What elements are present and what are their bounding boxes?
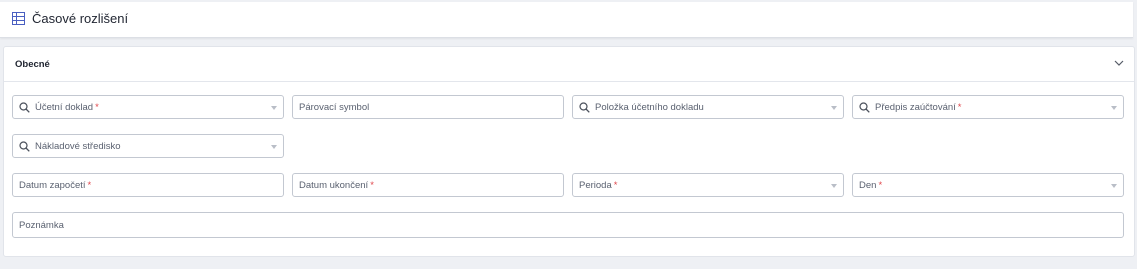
- parovaci-symbol-label: Párovací symbol: [299, 102, 370, 113]
- required-mark: *: [95, 102, 99, 113]
- datum-zapoceti-field[interactable]: Datum započetí *: [12, 173, 284, 197]
- den-label: Den: [859, 180, 877, 191]
- dropdown-arrow-icon[interactable]: [1111, 184, 1117, 188]
- perioda-field[interactable]: Perioda *: [572, 173, 844, 197]
- section-card: Obecné Účetní doklad * Párovací symbol Po…: [3, 46, 1135, 257]
- datum-ukonceni-label: Datum ukončení: [299, 180, 369, 191]
- den-field[interactable]: Den *: [852, 173, 1124, 197]
- chevron-down-icon[interactable]: [1114, 58, 1124, 68]
- polozka-dokladu-field[interactable]: Položka účetního dokladu: [572, 95, 844, 119]
- poznamka-field[interactable]: Poznámka: [12, 212, 1124, 238]
- required-mark: *: [878, 180, 883, 191]
- required-mark: *: [370, 180, 374, 191]
- nakladove-stredisko-field[interactable]: Nákladové středisko: [12, 134, 284, 158]
- parovaci-symbol-field[interactable]: Párovací symbol: [292, 95, 564, 119]
- ucetni-doklad-label: Účetní doklad: [35, 102, 94, 113]
- datum-ukonceni-field[interactable]: Datum ukončení *: [292, 173, 564, 197]
- required-mark: *: [613, 180, 618, 191]
- nakladove-stredisko-label: Nákladové středisko: [35, 141, 121, 152]
- predpis-zauctovani-field[interactable]: Předpis zaúčtování *: [852, 95, 1124, 119]
- section-header[interactable]: Obecné: [4, 47, 1134, 82]
- search-icon: [19, 141, 30, 152]
- search-icon: [579, 102, 590, 113]
- dropdown-arrow-icon[interactable]: [1111, 106, 1117, 110]
- required-mark: *: [957, 102, 962, 113]
- poznamka-label: Poznámka: [19, 220, 64, 231]
- predpis-zauctovani-label: Předpis zaúčtování: [875, 102, 956, 113]
- dropdown-arrow-icon[interactable]: [831, 106, 837, 110]
- page-header: Časové rozlišení: [0, 2, 1133, 38]
- dropdown-arrow-icon[interactable]: [271, 145, 277, 149]
- search-icon: [19, 102, 30, 113]
- polozka-dokladu-label: Položka účetního dokladu: [595, 102, 704, 113]
- perioda-label: Perioda: [579, 180, 612, 191]
- required-mark: *: [87, 180, 92, 191]
- search-icon: [859, 102, 870, 113]
- ucetni-doklad-field[interactable]: Účetní doklad *: [12, 95, 284, 119]
- page-title: Časové rozlišení: [32, 11, 129, 26]
- datum-zapoceti-label: Datum započetí: [19, 180, 86, 191]
- section-title: Obecné: [15, 59, 50, 70]
- dropdown-arrow-icon[interactable]: [831, 184, 837, 188]
- table-icon: [12, 12, 25, 25]
- dropdown-arrow-icon[interactable]: [271, 106, 277, 110]
